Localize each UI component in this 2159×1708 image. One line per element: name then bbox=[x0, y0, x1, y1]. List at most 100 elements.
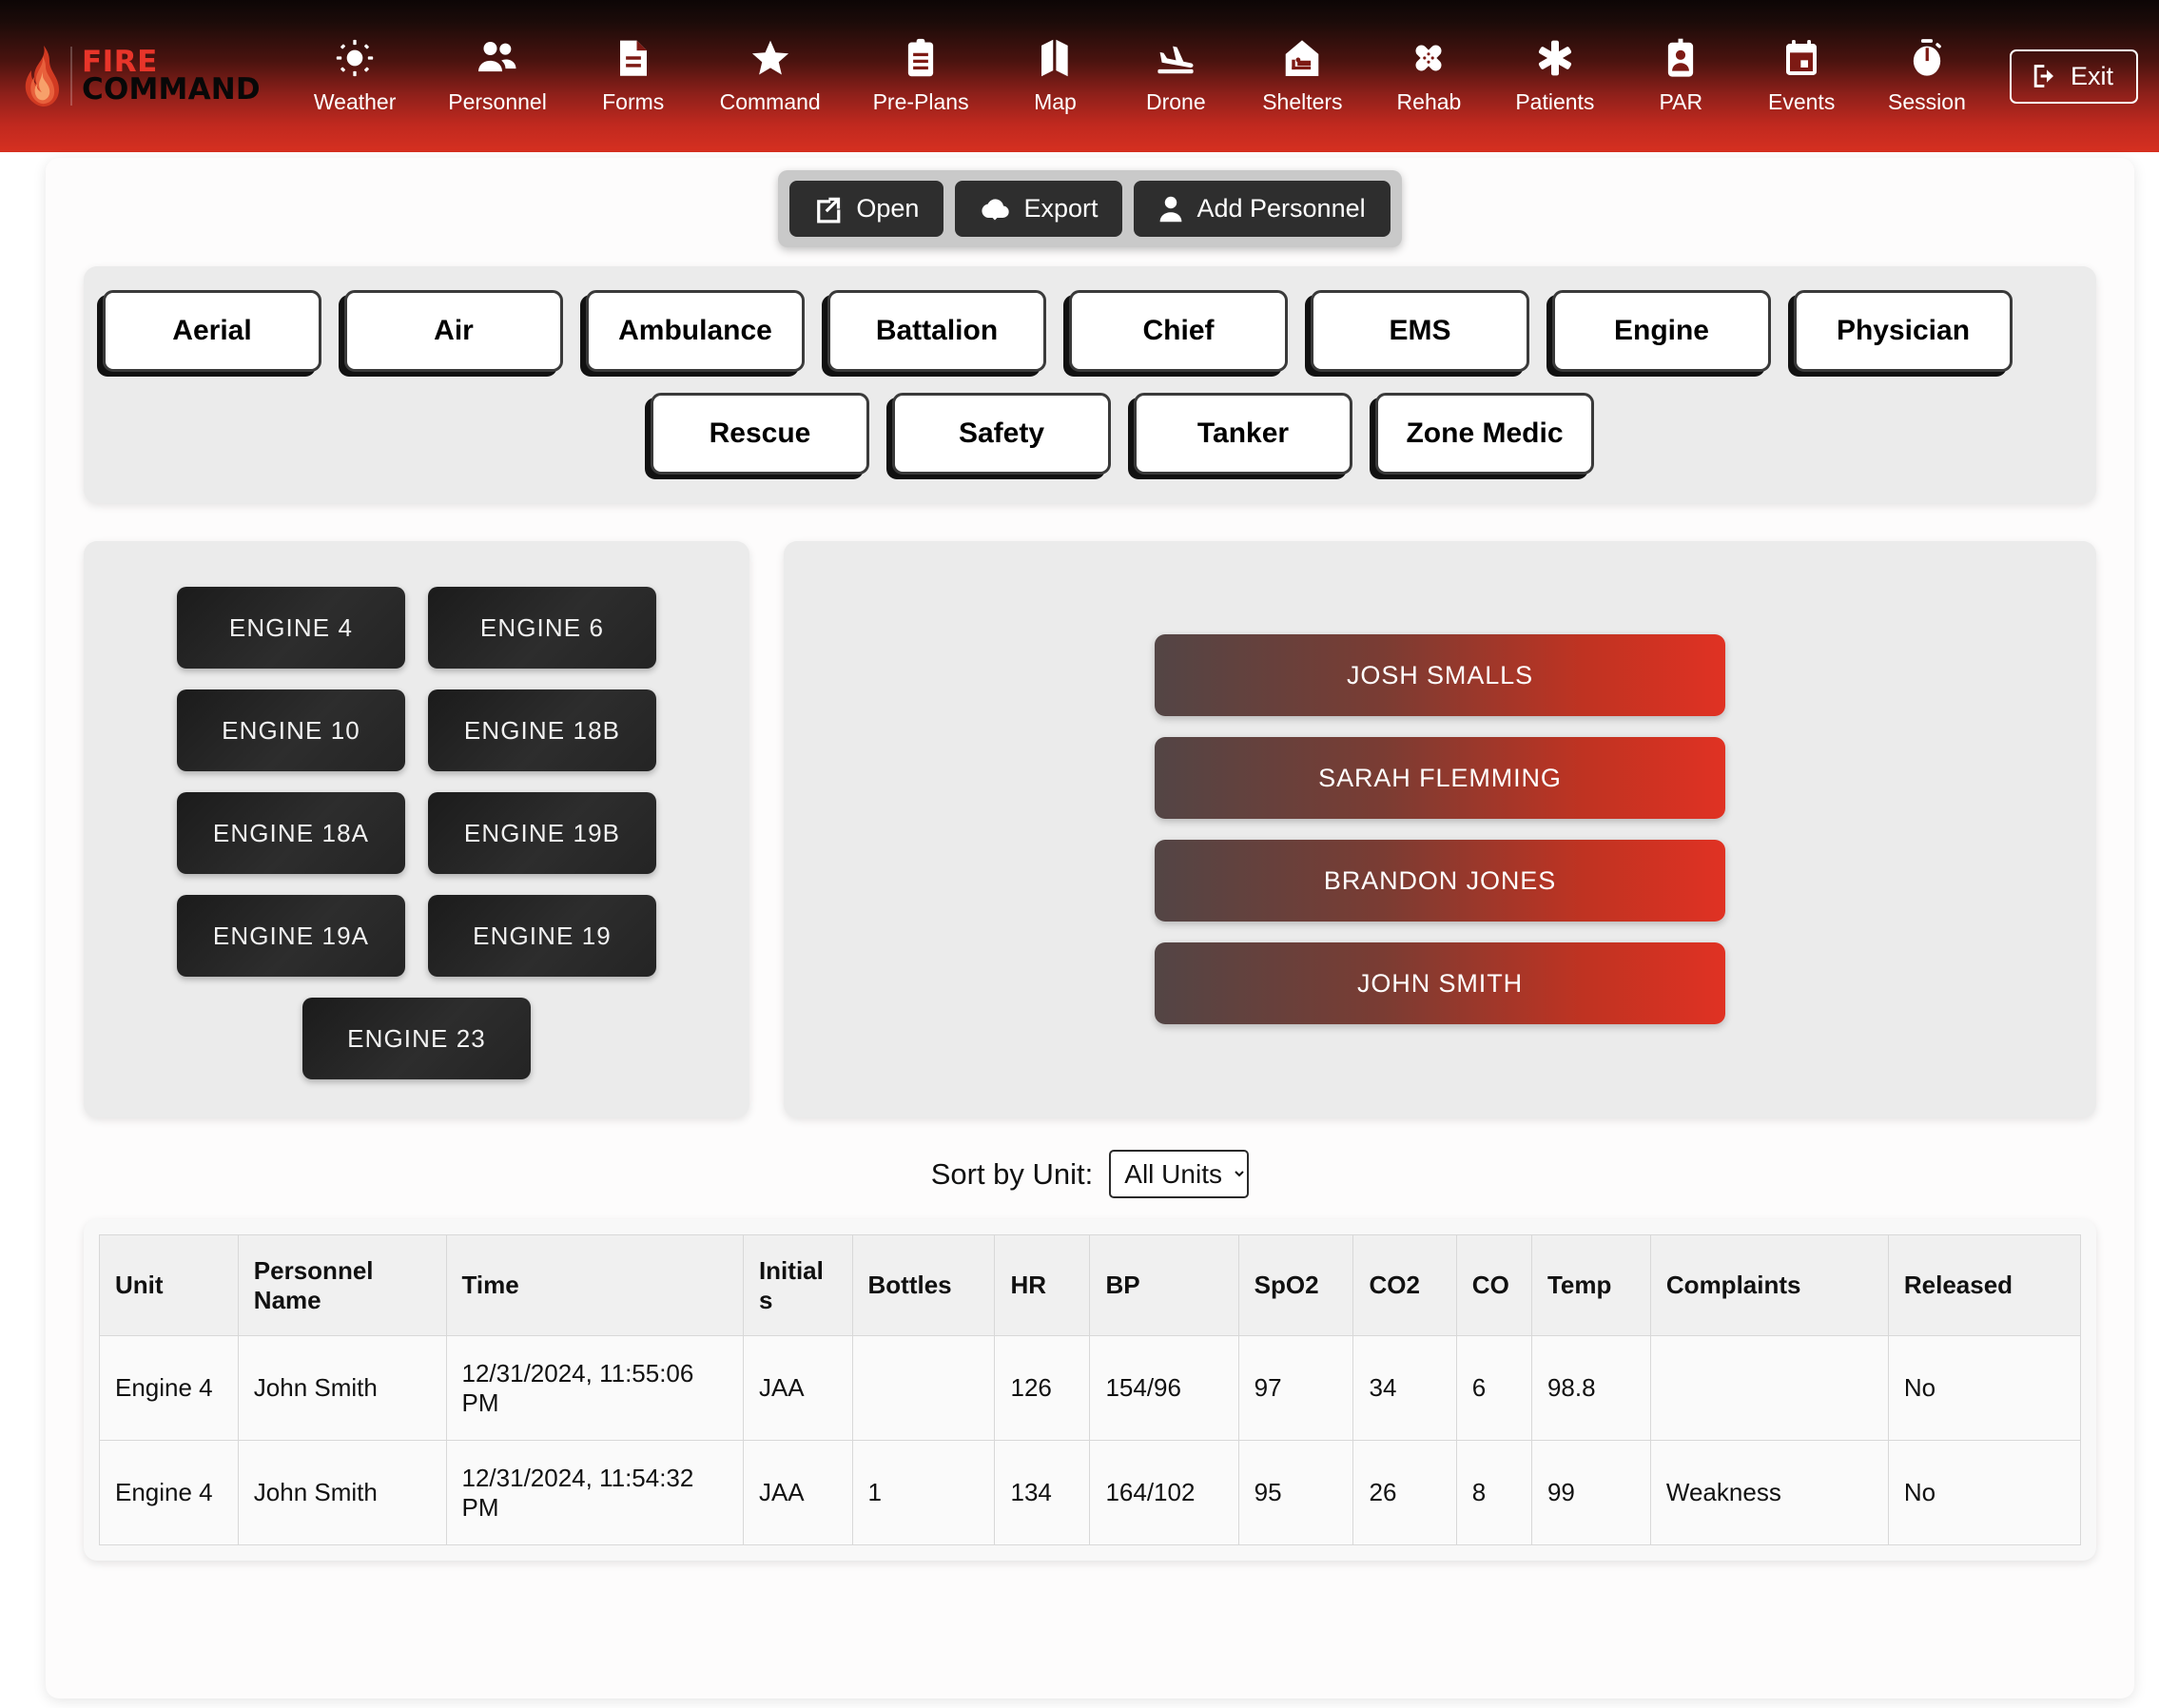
unit-type-air[interactable]: Air bbox=[344, 290, 563, 372]
unit-button[interactable]: ENGINE 23 bbox=[302, 998, 531, 1079]
col-co2: CO2 bbox=[1352, 1234, 1457, 1336]
table-head: Unit Personnel Name Time Initials Bottle… bbox=[99, 1234, 2082, 1336]
cell-released: No bbox=[1887, 1440, 2082, 1545]
personnel-button[interactable]: BRANDON JONES bbox=[1155, 840, 1725, 922]
col-co: CO bbox=[1455, 1234, 1532, 1336]
col-spo2: SpO2 bbox=[1237, 1234, 1354, 1336]
table-body: Engine 4 John Smith 12/31/2024, 11:55:06… bbox=[99, 1335, 2082, 1545]
calendar-icon bbox=[1783, 37, 1819, 79]
app-logo[interactable]: FIRE COMMAND bbox=[13, 45, 261, 107]
document-icon bbox=[616, 37, 651, 79]
cell-temp: 98.8 bbox=[1530, 1335, 1651, 1441]
nav-item-par[interactable]: PAR bbox=[1646, 37, 1715, 115]
unit-type-chief[interactable]: Chief bbox=[1069, 290, 1288, 372]
personnel-button[interactable]: SARAH FLEMMING bbox=[1155, 737, 1725, 819]
nav-item-pre-plans[interactable]: Pre-Plans bbox=[873, 37, 969, 115]
export-button[interactable]: Export bbox=[955, 181, 1123, 237]
col-unit: Unit bbox=[99, 1234, 239, 1336]
unit-type-safety[interactable]: Safety bbox=[892, 393, 1111, 475]
cell-initials: JAA bbox=[742, 1335, 853, 1441]
person-icon bbox=[1158, 195, 1183, 223]
cell-bottles bbox=[851, 1335, 996, 1441]
top-navigation-bar: FIRE COMMAND Weather Personnel Forms Com… bbox=[0, 0, 2159, 152]
action-bar-wrap: Open Export Add Personnel bbox=[46, 158, 2134, 247]
unit-type-ambulance[interactable]: Ambulance bbox=[586, 290, 805, 372]
page-container: Open Export Add Personnel Aerial Air Amb… bbox=[46, 158, 2134, 1698]
col-initials: Initials bbox=[742, 1234, 853, 1336]
nav-item-shelters[interactable]: Shelters bbox=[1262, 37, 1343, 115]
exit-button[interactable]: Exit bbox=[2009, 49, 2138, 104]
cell-time: 12/31/2024, 11:54:32 PM bbox=[445, 1440, 744, 1545]
unit-type-physician[interactable]: Physician bbox=[1794, 290, 2013, 372]
units-grid: ENGINE 4 ENGINE 6 ENGINE 10 ENGINE 18B E… bbox=[169, 587, 664, 1079]
id-badge-icon bbox=[1664, 37, 1697, 79]
nav-label: Forms bbox=[602, 89, 665, 114]
rehab-table-card: Unit Personnel Name Time Initials Bottle… bbox=[84, 1219, 2096, 1561]
open-button[interactable]: Open bbox=[789, 181, 944, 237]
unit-type-battalion[interactable]: Battalion bbox=[827, 290, 1046, 372]
exit-arrow-icon bbox=[2031, 62, 2059, 90]
unit-button[interactable]: ENGINE 18B bbox=[428, 689, 656, 771]
nav-item-personnel[interactable]: Personnel bbox=[448, 37, 547, 115]
cell-complaints: Weakness bbox=[1649, 1440, 1889, 1545]
unit-type-row-2: Rescue Safety Tanker Zone Medic bbox=[103, 393, 2077, 475]
unit-type-aerial[interactable]: Aerial bbox=[103, 290, 321, 372]
cell-spo2: 95 bbox=[1237, 1440, 1354, 1545]
table-row[interactable]: Engine 4 John Smith 12/31/2024, 11:54:32… bbox=[99, 1440, 2082, 1545]
nav-item-drone[interactable]: Drone bbox=[1141, 37, 1210, 115]
nav-item-patients[interactable]: Patients bbox=[1515, 37, 1594, 115]
cell-co2: 34 bbox=[1352, 1335, 1457, 1441]
logo-divider bbox=[70, 47, 72, 106]
nav-label: Rehab bbox=[1396, 89, 1462, 114]
bandage-cross-icon bbox=[1409, 37, 1449, 79]
unit-type-engine[interactable]: Engine bbox=[1552, 290, 1771, 372]
logo-command-text: COMMAND bbox=[82, 72, 261, 107]
star-icon bbox=[749, 37, 791, 79]
unit-type-rescue[interactable]: Rescue bbox=[651, 393, 869, 475]
cell-unit: Engine 4 bbox=[99, 1440, 239, 1545]
unit-button[interactable]: ENGINE 4 bbox=[177, 587, 405, 669]
cell-name: John Smith bbox=[237, 1440, 447, 1545]
plane-landing-icon bbox=[1155, 37, 1196, 79]
house-bed-icon bbox=[1284, 37, 1320, 79]
unit-button[interactable]: ENGINE 6 bbox=[428, 587, 656, 669]
nav-item-session[interactable]: Session bbox=[1888, 37, 1966, 115]
cell-temp: 99 bbox=[1530, 1440, 1651, 1545]
cell-complaints bbox=[1649, 1335, 1889, 1441]
personnel-button[interactable]: JOSH SMALLS bbox=[1155, 634, 1725, 716]
add-personnel-label: Add Personnel bbox=[1196, 194, 1366, 223]
nav-item-command[interactable]: Command bbox=[720, 37, 821, 115]
nav-item-map[interactable]: Map bbox=[1021, 37, 1089, 115]
unit-type-ems[interactable]: EMS bbox=[1311, 290, 1529, 372]
sort-by-unit-label: Sort by Unit: bbox=[930, 1156, 1094, 1191]
unit-button[interactable]: ENGINE 19B bbox=[428, 792, 656, 874]
units-panel: ENGINE 4 ENGINE 6 ENGINE 10 ENGINE 18B E… bbox=[84, 541, 749, 1117]
unit-button[interactable]: ENGINE 10 bbox=[177, 689, 405, 771]
nav-label: Patients bbox=[1515, 89, 1595, 114]
cell-hr: 134 bbox=[994, 1440, 1091, 1545]
unit-type-tanker[interactable]: Tanker bbox=[1134, 393, 1352, 475]
cloud-download-icon bbox=[980, 195, 1010, 223]
nav-item-weather[interactable]: Weather bbox=[314, 37, 396, 115]
unit-button[interactable]: ENGINE 19 bbox=[428, 895, 656, 977]
unit-type-zone-medic[interactable]: Zone Medic bbox=[1375, 393, 1594, 475]
unit-type-row-1: Aerial Air Ambulance Battalion Chief EMS… bbox=[103, 290, 2077, 372]
nav-item-events[interactable]: Events bbox=[1767, 37, 1836, 115]
exit-label: Exit bbox=[2070, 61, 2113, 90]
col-released: Released bbox=[1887, 1234, 2082, 1336]
col-personnel-name: Personnel Name bbox=[237, 1234, 447, 1336]
cell-bp: 164/102 bbox=[1089, 1440, 1239, 1545]
map-icon bbox=[1039, 37, 1071, 79]
col-time: Time bbox=[445, 1234, 744, 1336]
personnel-button[interactable]: JOHN SMITH bbox=[1155, 942, 1725, 1024]
unit-button[interactable]: ENGINE 18A bbox=[177, 792, 405, 874]
table-row[interactable]: Engine 4 John Smith 12/31/2024, 11:55:06… bbox=[99, 1335, 2082, 1441]
sort-by-unit-select[interactable]: All Units bbox=[1109, 1150, 1250, 1198]
nav-item-forms[interactable]: Forms bbox=[599, 37, 668, 115]
nav-item-rehab[interactable]: Rehab bbox=[1394, 37, 1463, 115]
middle-section: ENGINE 4 ENGINE 6 ENGINE 10 ENGINE 18B E… bbox=[84, 541, 2096, 1117]
col-bottles: Bottles bbox=[851, 1234, 996, 1336]
add-personnel-button[interactable]: Add Personnel bbox=[1134, 181, 1391, 237]
rehab-table: Unit Personnel Name Time Initials Bottle… bbox=[99, 1234, 2082, 1545]
unit-button[interactable]: ENGINE 19A bbox=[177, 895, 405, 977]
